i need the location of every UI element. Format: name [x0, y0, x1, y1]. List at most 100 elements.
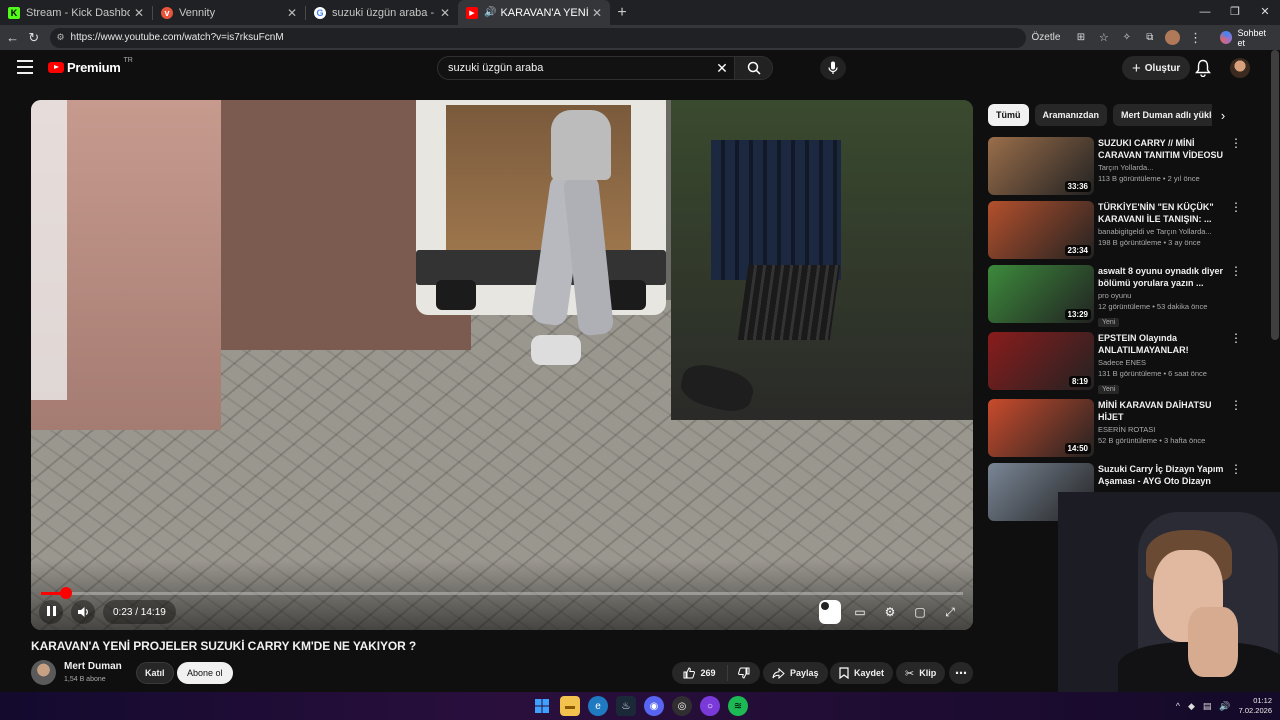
- more-vertical-icon[interactable]: ⋮: [1230, 399, 1242, 411]
- recommendation-item[interactable]: 33:36 SUZUKI CARRY // MİNİ CARAVAN TANITI…: [988, 137, 1242, 195]
- taskbar: ▬ e ♨ ◉ ◎ ○ ≋ ^ ◆ ▤ 🔊 01:12 7.02.2026: [0, 692, 1280, 720]
- address-bar[interactable]: ⚙ https://www.youtube.com/watch?v=is7rks…: [50, 27, 1026, 48]
- chip-from-search[interactable]: Aramanızdan: [1034, 104, 1108, 126]
- extension-puzzle-icon[interactable]: ✧: [1116, 27, 1137, 49]
- chevron-up-icon[interactable]: ^: [1176, 701, 1180, 711]
- subtitles-icon[interactable]: ▭: [849, 600, 871, 624]
- theater-mode-icon[interactable]: ▢: [909, 600, 931, 624]
- network-icon[interactable]: ▤: [1203, 701, 1212, 712]
- new-tab-button[interactable]: +: [610, 0, 634, 25]
- tab-kick[interactable]: K Stream - Kick Dashboard ✕: [0, 0, 152, 25]
- maximize-icon[interactable]: ❐: [1220, 0, 1250, 25]
- recommendation-title[interactable]: MİNİ KARAVAN DAİHATSU HİJET: [1098, 399, 1226, 423]
- chip-all[interactable]: Tümü: [988, 104, 1029, 126]
- recommendation-title[interactable]: SUZUKI CARRY // MİNİ CARAVAN TANITIM VİD…: [1098, 137, 1226, 161]
- settings-icon[interactable]: ⚙: [879, 600, 901, 624]
- close-icon[interactable]: ✕: [592, 6, 602, 20]
- search-button[interactable]: [734, 57, 772, 79]
- more-vertical-icon[interactable]: ⋮: [1230, 137, 1242, 149]
- chat-button[interactable]: Sohbet et: [1214, 28, 1280, 48]
- video-thumbnail[interactable]: 8:19: [988, 332, 1094, 390]
- save-button[interactable]: Kaydet: [830, 662, 894, 684]
- close-window-icon[interactable]: ✕: [1250, 0, 1280, 25]
- volume-tray-icon[interactable]: 🔊: [1219, 701, 1230, 712]
- video-thumbnail[interactable]: 23:34: [988, 201, 1094, 259]
- share-button[interactable]: Paylaş: [763, 662, 828, 684]
- dislike-button[interactable]: [728, 667, 760, 679]
- video-thumbnail[interactable]: 33:36: [988, 137, 1094, 195]
- tab-vennity[interactable]: v Vennity ✕: [153, 0, 305, 25]
- menu-icon[interactable]: [17, 60, 33, 74]
- like-button[interactable]: 269: [672, 665, 728, 681]
- discord-icon[interactable]: ◉: [644, 696, 664, 716]
- profile-icon[interactable]: [1162, 27, 1183, 49]
- recommendation-item[interactable]: 13:29 aswalt 8 oyunu oynadık diyer bölümü…: [988, 265, 1242, 327]
- recommendation-channel[interactable]: pro oyunu: [1098, 291, 1226, 300]
- back-icon[interactable]: ←: [2, 27, 23, 49]
- minimize-icon[interactable]: —: [1190, 0, 1220, 25]
- youtube-header: Premium TR suzuki üzgün araba ✕ + Oluştur: [0, 50, 1280, 86]
- recommendation-channel[interactable]: Sadece ENES: [1098, 358, 1226, 367]
- video-thumbnail[interactable]: 13:29: [988, 265, 1094, 323]
- clear-search-icon[interactable]: ✕: [710, 60, 734, 77]
- spotify-icon[interactable]: ≋: [728, 696, 748, 716]
- more-vertical-icon[interactable]: ⋮: [1230, 332, 1242, 344]
- system-clock[interactable]: 01:12 7.02.2026: [1239, 696, 1272, 716]
- menu-dots-icon[interactable]: ⋮: [1185, 27, 1206, 49]
- windows-start-icon[interactable]: [532, 696, 552, 716]
- site-info-icon[interactable]: ⚙: [56, 32, 64, 43]
- create-button[interactable]: + Oluştur: [1122, 56, 1191, 80]
- tray-app-icon[interactable]: ◆: [1188, 701, 1195, 712]
- bookmark-star-icon[interactable]: ☆: [1093, 27, 1114, 49]
- recommendation-title[interactable]: TÜRKİYE'NİN "EN KÜÇÜK" KARAVANI İLE TANI…: [1098, 201, 1226, 225]
- tab-google[interactable]: G suzuki üzgün araba - Google'da A ✕: [306, 0, 458, 25]
- page-scrollbar[interactable]: [1271, 50, 1279, 340]
- recommendation-item[interactable]: 14:50 MİNİ KARAVAN DAİHATSU HİJET ESERİN R…: [988, 399, 1242, 457]
- clip-button[interactable]: ✂ Klip: [896, 662, 946, 684]
- recommendation-title[interactable]: aswalt 8 oyunu oynadık diyer bölümü yoru…: [1098, 265, 1226, 289]
- search-input[interactable]: suzuki üzgün araba: [438, 62, 710, 74]
- close-icon[interactable]: ✕: [440, 6, 450, 20]
- account-avatar[interactable]: [1230, 58, 1250, 78]
- more-vertical-icon[interactable]: ⋮: [1230, 201, 1242, 213]
- scrubber-handle[interactable]: [59, 587, 72, 599]
- more-vertical-icon[interactable]: ⋮: [1230, 265, 1242, 277]
- recommendation-item[interactable]: 23:34 TÜRKİYE'NİN "EN KÜÇÜK" KARAVANI İLE…: [988, 201, 1242, 259]
- recommendation-channel[interactable]: Tarçın Yollarda...: [1098, 163, 1226, 172]
- fullscreen-icon[interactable]: ⤢: [939, 600, 961, 624]
- steam-icon[interactable]: ♨: [616, 696, 636, 716]
- progress-bar[interactable]: [41, 592, 963, 595]
- recommendation-item[interactable]: 8:19 EPSTEIN Olayında ANLATILMAYANLAR! Sad…: [988, 332, 1242, 394]
- tab-youtube[interactable]: ▶ 🔊 KARAVAN'A YENİ PROJELER S ✕: [458, 0, 610, 25]
- autoplay-toggle[interactable]: [819, 600, 841, 624]
- recommendation-channel[interactable]: ESERİN ROTASI: [1098, 425, 1226, 434]
- more-actions-button[interactable]: ⋯: [949, 662, 973, 684]
- file-explorer-icon[interactable]: ▬: [560, 696, 580, 716]
- subscribe-button[interactable]: Abone ol: [177, 662, 233, 684]
- extensions-menu-icon[interactable]: ⧉: [1139, 27, 1160, 49]
- notifications-bell-icon[interactable]: [1195, 59, 1211, 78]
- volume-button[interactable]: [71, 600, 95, 624]
- more-vertical-icon[interactable]: ⋮: [1230, 463, 1242, 475]
- join-button[interactable]: Katıl: [136, 662, 174, 684]
- recommendation-channel[interactable]: banabigitgeldi ve Tarçın Yollarda...: [1098, 227, 1226, 236]
- summarize-button[interactable]: Özetle: [1032, 32, 1061, 43]
- chevron-right-icon[interactable]: ›: [1212, 104, 1234, 126]
- video-thumbnail[interactable]: 14:50: [988, 399, 1094, 457]
- edge-browser-icon[interactable]: e: [588, 696, 608, 716]
- recommendation-title[interactable]: EPSTEIN Olayında ANLATILMAYANLAR!: [1098, 332, 1226, 356]
- voice-search-button[interactable]: [820, 56, 846, 80]
- channel-name[interactable]: Mert Duman: [64, 661, 122, 672]
- extension-icon[interactable]: ⊞: [1070, 27, 1091, 49]
- recommendation-title[interactable]: Suzuki Carry İç Dizayn Yapım Aşaması - A…: [1098, 463, 1226, 487]
- reload-icon[interactable]: ↻: [23, 27, 44, 49]
- app-circle-icon[interactable]: ○: [700, 696, 720, 716]
- pause-button[interactable]: [39, 600, 63, 624]
- youtube-logo[interactable]: Premium TR: [48, 57, 133, 75]
- obs-icon[interactable]: ◎: [672, 696, 692, 716]
- video-player[interactable]: 0:23 / 14:19 ▭ ⚙ ▢ ⤢: [31, 100, 973, 630]
- close-icon[interactable]: ✕: [134, 6, 144, 20]
- channel-avatar[interactable]: [31, 660, 56, 685]
- speaker-icon[interactable]: 🔊: [484, 7, 496, 18]
- close-icon[interactable]: ✕: [287, 6, 297, 20]
